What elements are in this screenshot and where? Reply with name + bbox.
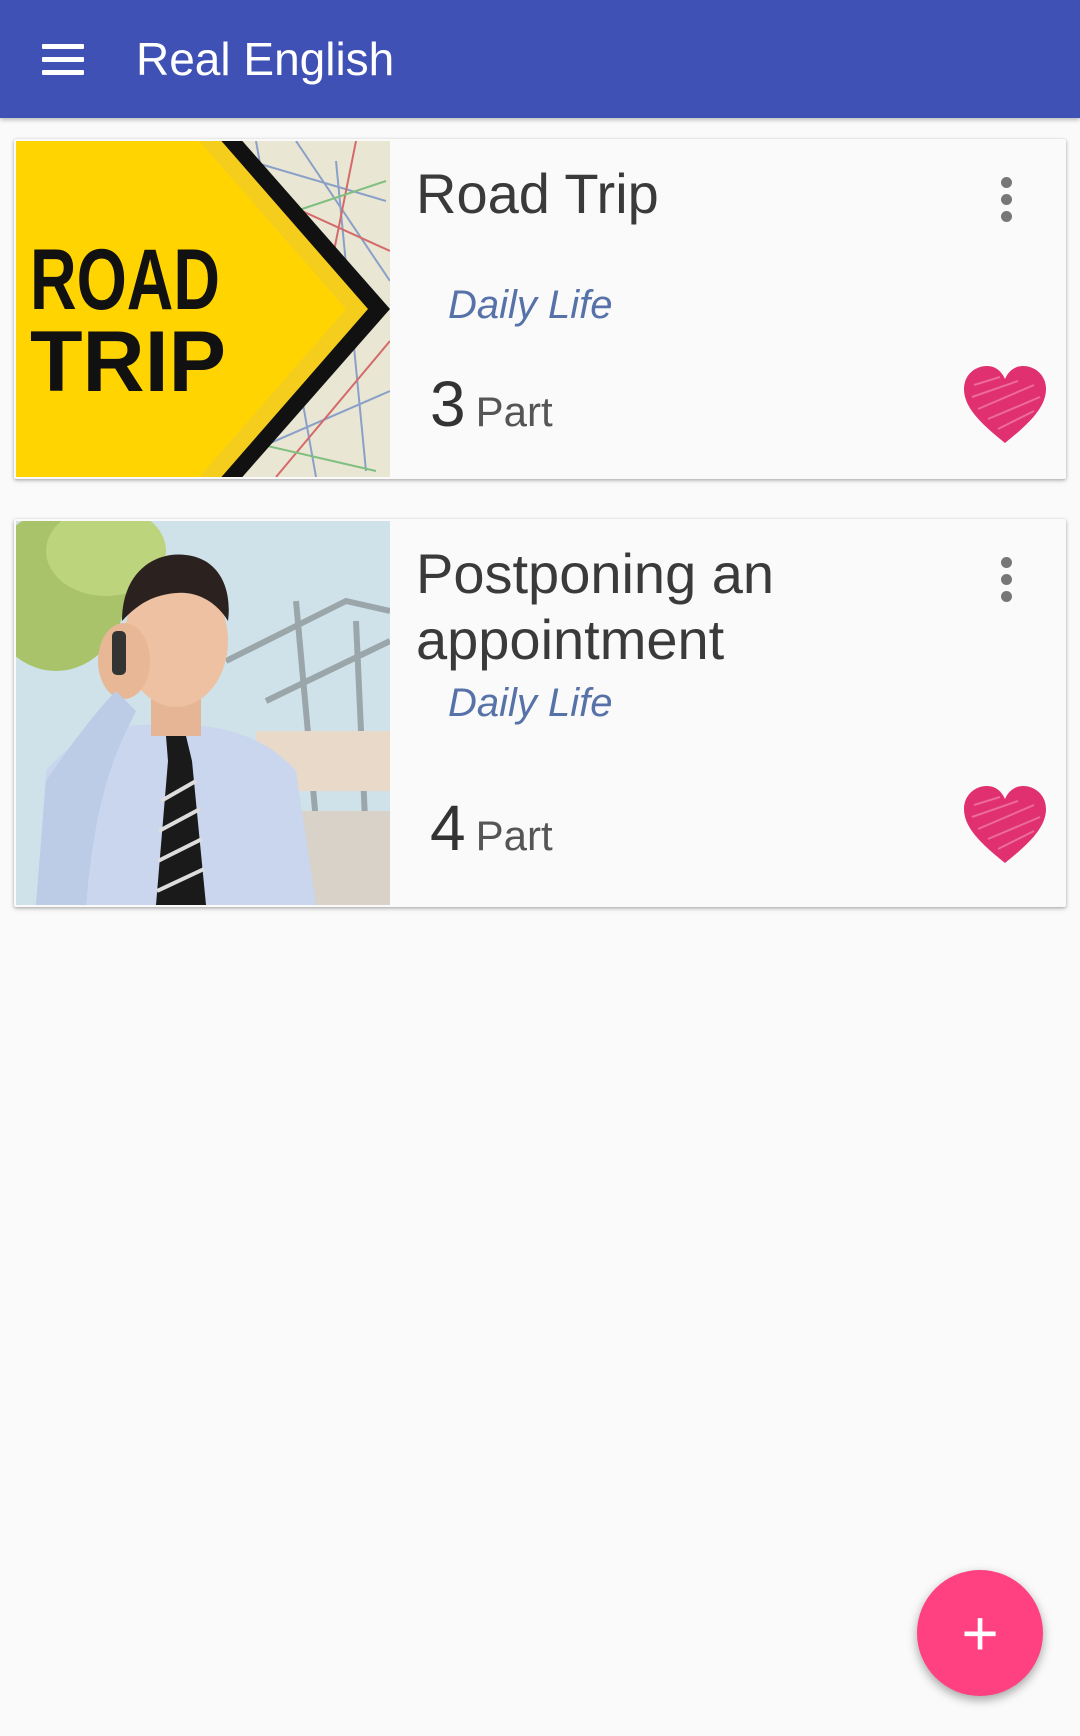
sign-text-trip: TRIP xyxy=(30,314,226,410)
businessman-phone-image xyxy=(16,521,390,905)
lesson-title: Postponing an appointment xyxy=(416,542,775,671)
add-button[interactable]: + xyxy=(917,1570,1043,1696)
lesson-title: Road Trip xyxy=(416,162,659,225)
hamburger-menu-icon[interactable] xyxy=(30,28,96,90)
parts-count: 3 xyxy=(430,368,466,440)
app-title: Real English xyxy=(136,33,395,85)
more-vert-icon[interactable] xyxy=(986,549,1026,609)
lesson-card-road-trip[interactable]: ROAD TRIP Road Trip Daily Life 3 Part xyxy=(14,139,1066,479)
parts-label: Part xyxy=(475,812,553,859)
more-vert-icon[interactable] xyxy=(986,169,1026,229)
lesson-parts: 3 Part xyxy=(430,367,553,441)
lesson-card-postponing[interactable]: Postponing an appointment Daily Life 4 Pa… xyxy=(14,519,1066,907)
parts-label: Part xyxy=(475,388,553,435)
heart-icon[interactable] xyxy=(960,363,1050,447)
road-trip-sign-image: ROAD TRIP xyxy=(16,141,390,477)
lesson-category[interactable]: Daily Life xyxy=(448,283,613,328)
lesson-category[interactable]: Daily Life xyxy=(448,681,613,726)
heart-icon[interactable] xyxy=(960,783,1050,867)
app-bar: Real English xyxy=(0,0,1080,118)
lesson-parts: 4 Part xyxy=(430,791,553,865)
parts-count: 4 xyxy=(430,792,466,864)
